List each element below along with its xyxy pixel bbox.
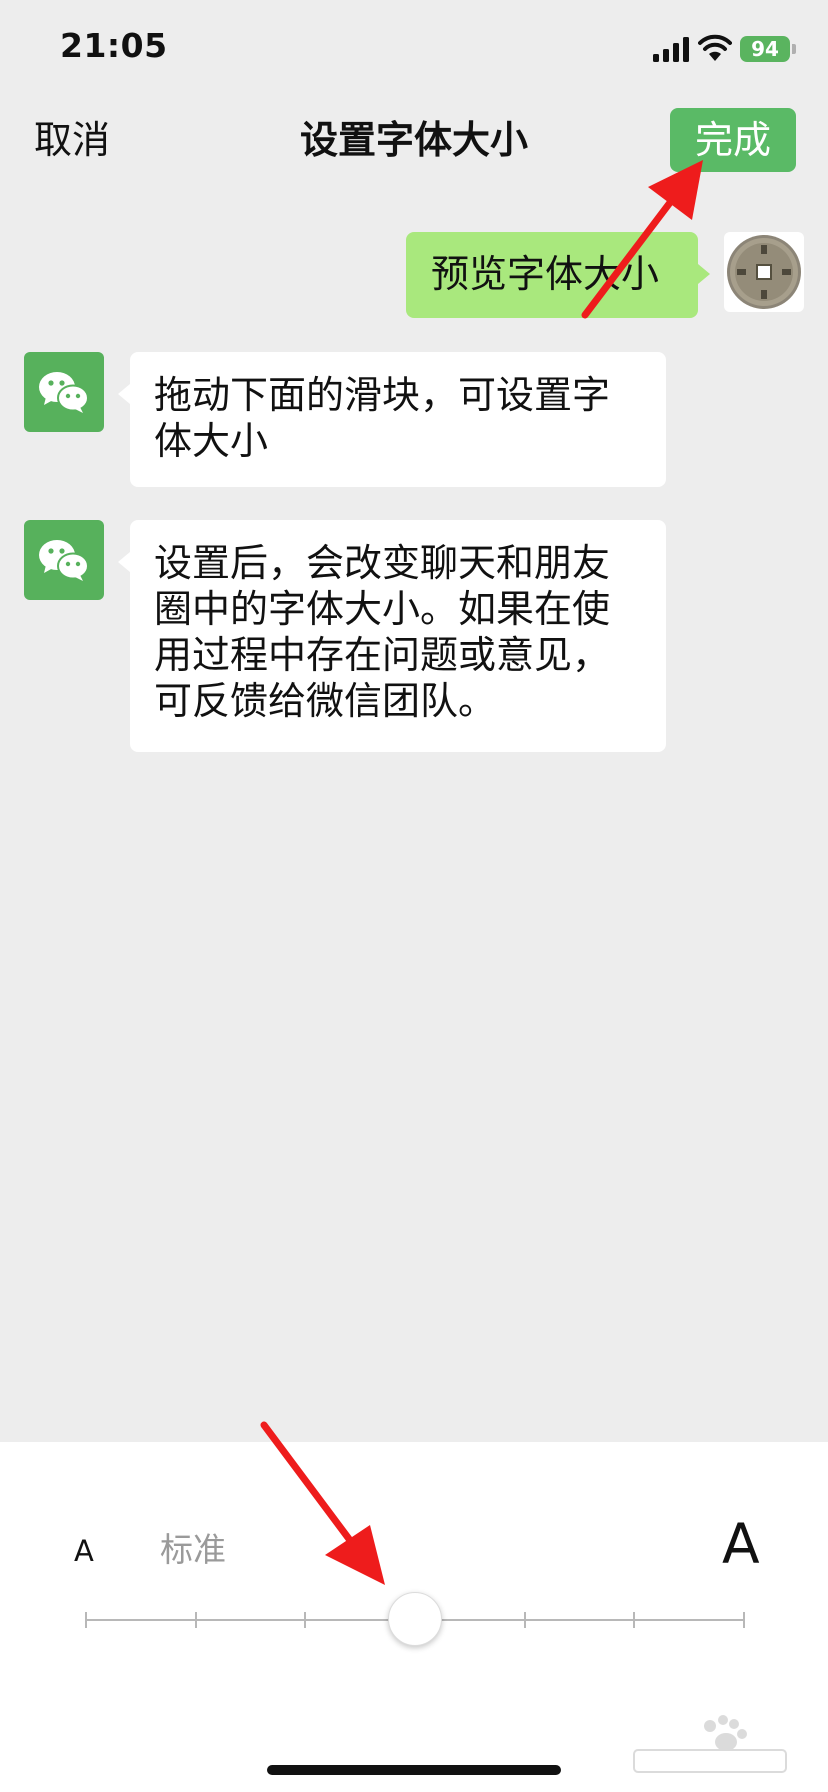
wechat-logo-icon <box>39 372 89 413</box>
wechat-logo-icon <box>39 540 89 581</box>
large-font-label: A <box>722 1512 760 1576</box>
signal-bars-icon <box>653 37 689 62</box>
slider-tick <box>194 1612 197 1628</box>
small-font-label: A <box>74 1534 94 1568</box>
battery-nub <box>792 44 796 54</box>
done-button[interactable]: 完成 <box>670 108 796 172</box>
status-bar: 21:05 94 <box>0 0 828 100</box>
cancel-button[interactable]: 取消 <box>34 114 110 166</box>
baidu-watermark-icon <box>633 1715 787 1773</box>
slider-tick <box>743 1612 745 1628</box>
home-indicator <box>267 1765 561 1775</box>
message-bubble: 设置后，会改变聊天和朋友 圈中的字体大小。如果在使 用过程中存在问题或意见， 可… <box>118 520 666 752</box>
slider-tick <box>304 1612 307 1628</box>
message-bubble: 拖动下面的滑块，可设置字 体大小 <box>118 352 666 487</box>
slider-tick <box>523 1612 526 1628</box>
preview-message-bubble: 预览字体大小 <box>406 232 710 318</box>
slider-tick <box>633 1612 636 1628</box>
wechat-avatar <box>24 352 104 432</box>
wifi-icon <box>698 34 732 61</box>
coin-avatar-icon <box>727 235 801 309</box>
current-level-label: 标准 <box>160 1530 226 1569</box>
slider-tick <box>85 1612 87 1628</box>
battery-level: 94 <box>740 36 790 62</box>
font-size-slider-thumb[interactable] <box>388 1592 442 1646</box>
status-time: 21:05 <box>60 26 168 65</box>
user-avatar <box>724 232 804 312</box>
wechat-avatar <box>24 520 104 600</box>
